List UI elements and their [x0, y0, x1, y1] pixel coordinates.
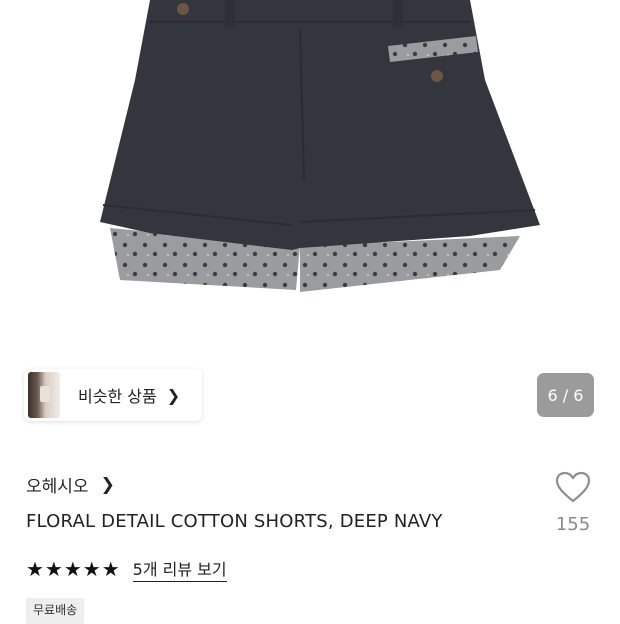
product-name: FLORAL DETAIL COTTON SHORTS, DEEP NAVY [26, 511, 443, 532]
review-link[interactable]: 5개 리뷰 보기 [132, 556, 227, 582]
similar-product-thumbnail [28, 372, 60, 418]
free-shipping-badge: 무료배송 [26, 598, 85, 624]
star-rating: ★★★★★ [26, 557, 121, 581]
similar-products-button[interactable]: 비슷한 상품 ❯ [24, 369, 202, 421]
chevron-right-icon: ❯ [100, 474, 115, 495]
wishlist-count: 155 [555, 514, 591, 535]
brand-name: 오헤시오 [26, 477, 89, 497]
product-image[interactable] [0, 0, 620, 350]
similar-products-label: 비슷한 상품 [78, 387, 157, 406]
rating-row: ★★★★★ 5개 리뷰 보기 [26, 556, 227, 582]
image-counter: 6 / 6 [537, 373, 594, 417]
heart-icon [555, 471, 591, 503]
shorts-image [100, 0, 540, 292]
brand-link[interactable]: 오헤시오 ❯ [26, 472, 115, 498]
wishlist-button[interactable]: 155 [548, 470, 598, 550]
chevron-right-icon: ❯ [166, 385, 181, 405]
